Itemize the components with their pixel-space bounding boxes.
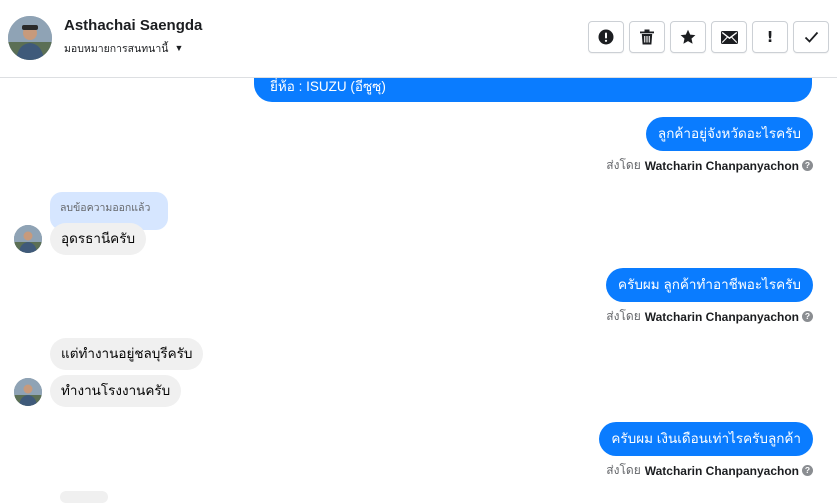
question-icon[interactable]: ? (802, 311, 813, 322)
caret-down-icon: ▼ (174, 43, 184, 53)
conversation-toolbar: ! (588, 21, 829, 53)
sent-by-line: ส่งโดย Watcharin Chanpanyachon ? (606, 156, 813, 175)
trash-icon (640, 29, 654, 45)
sent-by-line: ส่งโดย Watcharin Chanpanyachon ? (606, 461, 813, 480)
mark-spam-button[interactable] (588, 21, 624, 53)
sent-by-label: ส่งโดย (606, 463, 641, 477)
sent-by-label: ส่งโดย (606, 309, 641, 323)
mark-unread-button[interactable] (711, 21, 747, 53)
outgoing-message[interactable]: ครับผม ลูกค้าทำอาชีพอะไรครับ (606, 268, 813, 302)
assign-label: มอบหมายการสนทนานี้ (64, 43, 169, 55)
question-icon[interactable]: ? (802, 160, 813, 171)
assign-conversation-dropdown[interactable]: มอบหมายการสนทนานี้ ▼ (64, 40, 183, 57)
incoming-message[interactable]: แต่ทำงานอยู่ชลบุรีครับ (50, 338, 204, 370)
incoming-message[interactable]: ทำงานโรงงานครับ (50, 375, 182, 407)
conversation-header: Asthachai Saengda มอบหมายการสนทนานี้ ▼ ! (0, 0, 837, 78)
contact-name: Asthachai Saengda (64, 17, 203, 34)
contact-avatar-small[interactable] (14, 378, 42, 406)
mark-done-button[interactable] (793, 21, 829, 53)
sender-name[interactable]: Watcharin Chanpanyachon (645, 464, 799, 478)
outgoing-message[interactable]: ครับผม เงินเดือนเท่าไรครับลูกค้า (599, 422, 813, 456)
checkmark-icon (804, 31, 818, 43)
exclamation-icon: ! (766, 28, 774, 46)
follow-up-button[interactable]: ! (752, 21, 788, 53)
star-button[interactable] (670, 21, 706, 53)
contact-avatar-small[interactable] (14, 225, 42, 253)
incoming-message-partial (60, 491, 108, 503)
contact-avatar[interactable] (8, 16, 52, 60)
sent-by-line: ส่งโดย Watcharin Chanpanyachon ? (606, 307, 813, 326)
sent-by-label: ส่งโดย (606, 158, 641, 172)
incoming-message[interactable]: อุดรธานีครับ (50, 223, 147, 255)
envelope-icon (720, 30, 738, 44)
star-icon (680, 29, 696, 44)
outgoing-message[interactable]: ลูกค้าอยู่จังหวัดอะไรครับ (645, 117, 813, 151)
delete-button[interactable] (629, 21, 665, 53)
question-icon[interactable]: ? (802, 465, 813, 476)
sender-name[interactable]: Watcharin Chanpanyachon (645, 159, 799, 173)
alert-circle-icon (598, 29, 614, 45)
sender-name[interactable]: Watcharin Chanpanyachon (645, 310, 799, 324)
